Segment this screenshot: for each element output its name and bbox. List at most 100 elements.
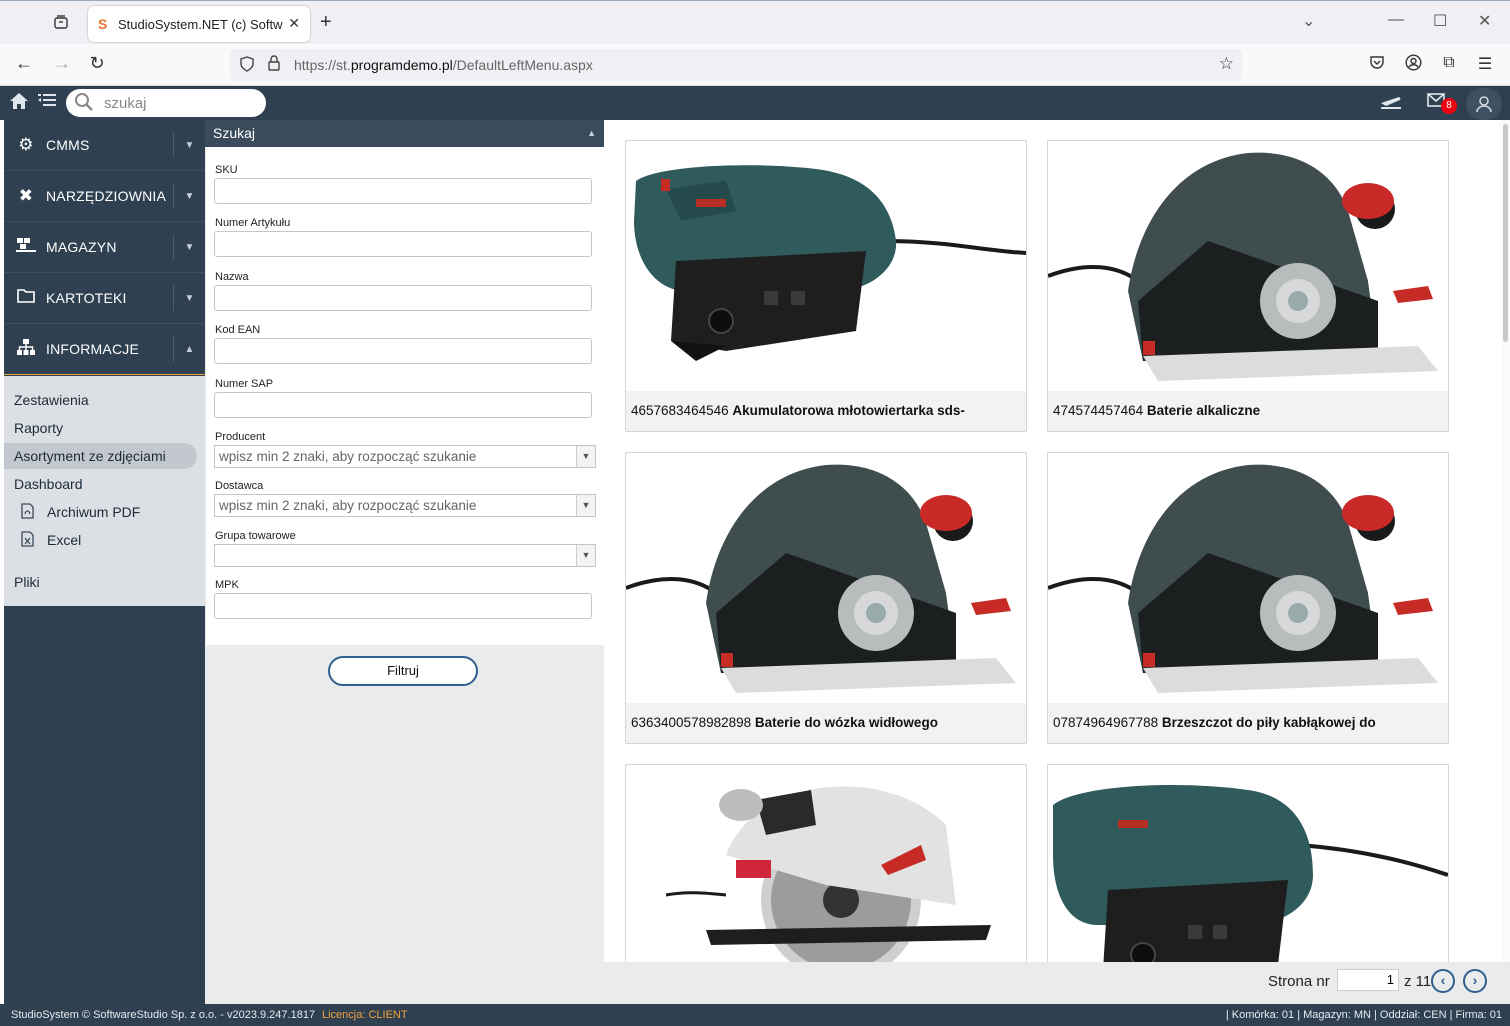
url-prefix: https://st.	[294, 57, 351, 73]
submenu-item-zestawienia[interactable]: Zestawienia	[4, 387, 197, 413]
product-name: Baterie alkaliczne	[1146, 403, 1261, 418]
product-image	[626, 765, 1026, 962]
product-code: 07874964967788	[1053, 715, 1159, 730]
submenu-label: Excel	[47, 532, 82, 548]
submenu-label: Dashboard	[14, 476, 83, 492]
reload-icon[interactable]: ↻	[85, 53, 109, 74]
ean-input[interactable]	[214, 338, 592, 364]
account-icon[interactable]	[1402, 54, 1424, 76]
collapse-up-icon[interactable]: ▲	[587, 120, 596, 147]
product-image	[626, 453, 1026, 703]
page-label: Strona nr	[1268, 973, 1330, 990]
submenu-item-raporty[interactable]: Raporty	[4, 415, 197, 441]
chevron-down-icon[interactable]: ▼	[173, 183, 205, 209]
close-window-icon[interactable]: ✕	[1478, 11, 1491, 31]
tab-list-icon[interactable]	[50, 11, 72, 33]
dropdown-arrow-icon[interactable]: ▼	[576, 495, 595, 516]
studiosystem-favicon-icon: S	[98, 16, 108, 32]
chevron-down-icon[interactable]: ▼	[173, 132, 205, 158]
product-code: 4657683464546	[631, 403, 729, 418]
submenu-label: Raporty	[14, 420, 64, 436]
submenu-label: Asortyment ze zdjęciami	[14, 448, 166, 464]
product-card[interactable]: 6363400578982898 Baterie do wózka widłow…	[625, 452, 1027, 744]
previous-page-icon[interactable]: ‹	[1431, 969, 1455, 993]
bookmark-star-icon[interactable]: ☆	[1219, 54, 1234, 74]
name-input[interactable]	[214, 285, 592, 311]
page-number-input[interactable]: 1	[1337, 969, 1399, 991]
lock-icon[interactable]	[268, 55, 280, 74]
plane-icon[interactable]	[1380, 92, 1402, 115]
product-image	[1048, 453, 1448, 703]
grid-scrollbar-thumb[interactable]	[1503, 124, 1508, 342]
search-panel: Szukaj ▲ SKU Numer Artykułu Nazwa Kod EA…	[205, 120, 605, 1004]
sidebar-item-narzedziownia[interactable]: ✖ NARZĘDZIOWNIA ▼	[4, 171, 205, 222]
sidebar-item-informacje[interactable]: INFORMACJE ▲	[4, 324, 205, 375]
group-select[interactable]: ▼	[214, 544, 596, 567]
mpk-input[interactable]	[214, 593, 592, 619]
browser-tabstrip: S StudioSystem.NET (c) Software ✕ + ⌄ — …	[0, 0, 1510, 44]
tab-overflow-chevron-icon[interactable]: ⌄	[1302, 11, 1315, 31]
chevron-down-icon[interactable]: ▼	[173, 285, 205, 311]
sidebar-item-cmms[interactable]: ⚙ CMMS ▼	[4, 120, 205, 171]
product-caption: 474574457464 Baterie alkaliczne	[1048, 391, 1448, 431]
back-icon[interactable]: ←	[12, 53, 36, 74]
folder-icon	[14, 288, 38, 308]
article-number-label: Numer Artykułu	[215, 217, 291, 229]
supplier-select[interactable]: wpisz min 2 znaki, aby rozpocząć szukani…	[214, 494, 596, 517]
submenu-item-excel[interactable]: Excel	[4, 527, 197, 553]
submenu-item-pliki[interactable]: Pliki	[4, 569, 197, 595]
pocket-icon[interactable]	[1366, 54, 1388, 75]
submenu-item-archiwum-pdf[interactable]: Archiwum PDF	[4, 499, 197, 525]
forward-icon[interactable]: →	[50, 53, 74, 74]
product-name: Baterie do wózka widłowego	[754, 715, 938, 730]
url-bar[interactable]: https://st. programdemo.pl/DefaultLeftMen…	[230, 49, 1242, 81]
close-tab-icon[interactable]: ✕	[288, 15, 300, 32]
sidebar-item-label: MAGAZYN	[46, 239, 117, 255]
next-page-icon[interactable]: ›	[1463, 969, 1487, 993]
submenu-label: Archiwum PDF	[47, 504, 141, 520]
article-number-input[interactable]	[214, 231, 592, 257]
product-card[interactable]: 474574457464 Baterie alkaliczne	[1047, 140, 1449, 432]
browser-tab[interactable]: S StudioSystem.NET (c) Software ✕	[88, 6, 310, 42]
product-card[interactable]: 4657683464546 Akumulatorowa młotowiertar…	[625, 140, 1027, 432]
sidebar-item-kartoteki[interactable]: KARTOTEKI ▼	[4, 273, 205, 324]
minimize-icon[interactable]: —	[1388, 11, 1404, 29]
app-search-input[interactable]: szukaj	[66, 89, 266, 117]
warehouse-icon	[14, 237, 38, 258]
maximize-icon[interactable]: ☐	[1433, 11, 1447, 31]
dropdown-arrow-icon[interactable]: ▼	[576, 545, 595, 566]
ean-label: Kod EAN	[215, 324, 261, 336]
sitemap-icon	[14, 338, 38, 361]
mpk-label: MPK	[215, 579, 239, 591]
tab-title: StudioSystem.NET (c) Software	[118, 16, 283, 32]
submenu-item-dashboard[interactable]: Dashboard	[4, 471, 197, 497]
sidebar-item-magazyn[interactable]: MAGAZYN ▼	[4, 222, 205, 273]
chevron-down-icon[interactable]: ▼	[173, 234, 205, 260]
sku-input[interactable]	[214, 178, 592, 204]
extensions-icon[interactable]: ⧉	[1438, 54, 1460, 72]
product-card[interactable]	[1047, 764, 1449, 962]
gears-icon: ⚙	[18, 135, 34, 154]
page-total: z 11	[1404, 973, 1432, 990]
dropdown-arrow-icon[interactable]: ▼	[576, 446, 595, 467]
submenu-label: Pliki	[14, 574, 40, 590]
search-placeholder: szukaj	[104, 94, 147, 112]
submenu-item-asortyment[interactable]: Asortyment ze zdjęciami	[4, 443, 197, 469]
home-icon[interactable]	[9, 92, 29, 115]
search-panel-header[interactable]: Szukaj ▲	[205, 120, 604, 147]
filter-button[interactable]: Filtruj	[328, 656, 478, 686]
sap-input[interactable]	[214, 392, 592, 418]
menu-hamburger-icon[interactable]: ☰	[1474, 54, 1496, 74]
supplier-placeholder: wpisz min 2 znaki, aby rozpocząć szukani…	[219, 498, 477, 513]
new-tab-icon[interactable]: +	[320, 11, 332, 34]
shield-icon[interactable]	[240, 56, 254, 75]
product-code: 6363400578982898	[631, 715, 752, 730]
group-label: Grupa towarowe	[215, 530, 296, 542]
informacje-submenu: Zestawienia Raporty Asortyment ze zdjęci…	[4, 376, 205, 606]
user-avatar-icon[interactable]	[1466, 88, 1502, 120]
producer-select[interactable]: wpisz min 2 znaki, aby rozpocząć szukani…	[214, 445, 596, 468]
chevron-up-icon[interactable]: ▲	[173, 336, 205, 362]
product-card[interactable]: 07874964967788 Brzeszczot do piły kabłąk…	[1047, 452, 1449, 744]
menu-toggle-icon[interactable]	[38, 92, 56, 113]
product-card[interactable]	[625, 764, 1027, 962]
